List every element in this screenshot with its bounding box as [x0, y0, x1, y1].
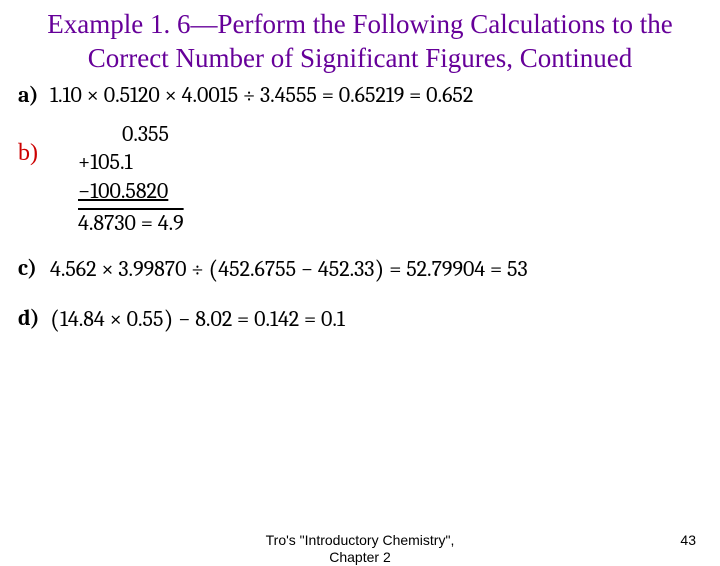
- expr-d: (14.84 × 0.55) − 8.02 = 0.142 = 0.1: [50, 305, 345, 336]
- item-c: c) 4.562 × 3.99870 ÷ (452.6755 − 452.33)…: [18, 255, 702, 286]
- footer-chapter: Chapter 2: [329, 549, 390, 565]
- expr-a: 1.10 × 0.5120 × 4.0015 ÷ 3.4555 = 0.6521…: [50, 82, 473, 108]
- c-post: = 52.79904 = 53: [384, 256, 527, 282]
- b-line-3: −100.5820: [78, 177, 184, 205]
- item-d: d) (14.84 × 0.55) − 8.02 = 0.142 = 0.1: [18, 305, 702, 336]
- footer-source: Tro's "Introductory Chemistry",: [266, 532, 455, 548]
- page-number: 43: [680, 532, 696, 548]
- b-result: 4.8730 = 4.9: [78, 209, 184, 237]
- expr-b: 0.355 +105.1 −100.5820 4.8730 = 4.9: [50, 120, 184, 238]
- d-post: − 8.02 = 0.142 = 0.1: [173, 306, 345, 332]
- expr-c: 4.562 × 3.99870 ÷ (452.6755 − 452.33) = …: [50, 255, 528, 286]
- slide-title: Example 1. 6—Perform the Following Calcu…: [0, 0, 720, 82]
- b-line-1: 0.355: [78, 120, 184, 148]
- item-a: a) 1.10 × 0.5120 × 4.0015 ÷ 3.4555 = 0.6…: [18, 82, 702, 108]
- c-pre: 4.562 × 3.99870 ÷: [50, 256, 208, 282]
- content-area: a) 1.10 × 0.5120 × 4.0015 ÷ 3.4555 = 0.6…: [0, 82, 720, 336]
- label-b: b): [18, 120, 50, 167]
- label-c: c): [18, 255, 50, 281]
- c-inner: 452.6755 − 452.33: [218, 256, 374, 282]
- item-b: b) 0.355 +105.1 −100.5820 4.8730 = 4.9: [18, 120, 702, 238]
- b-line-2: +105.1: [78, 148, 184, 176]
- footer-center: Tro's "Introductory Chemistry", Chapter …: [0, 532, 720, 566]
- label-a: a): [18, 82, 50, 108]
- d-inner: 14.84 × 0.55: [60, 306, 164, 332]
- label-d: d): [18, 305, 50, 331]
